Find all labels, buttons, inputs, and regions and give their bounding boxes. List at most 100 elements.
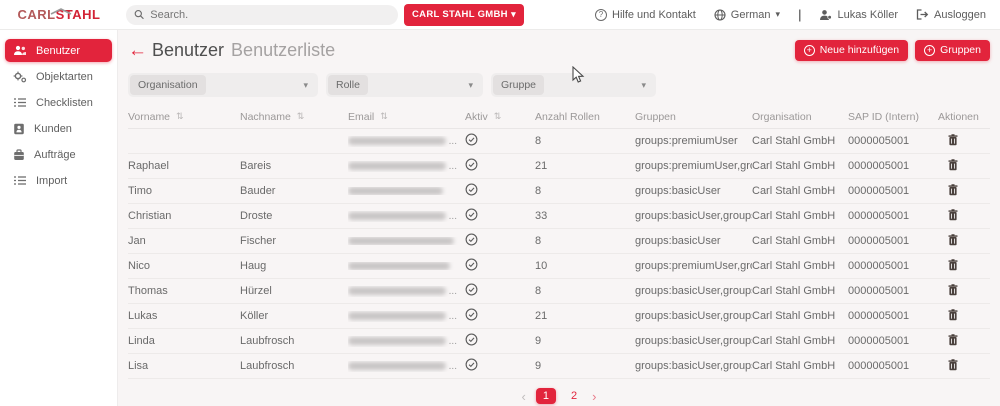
cell-nachname: Köller xyxy=(240,310,348,322)
active-check-icon xyxy=(465,183,478,196)
table-row[interactable]: Lisa Laubfrosch ... 9 groups:basicUser,g… xyxy=(128,354,990,379)
cell-aktiv xyxy=(465,233,535,249)
cell-organisation: Carl Stahl GmbH xyxy=(752,185,848,197)
delete-user-button[interactable] xyxy=(938,309,958,321)
cell-sap-id: 0000005001 xyxy=(848,210,938,222)
cell-aktionen xyxy=(938,359,990,374)
topbar-right: ? Hilfe und Kontakt German ▾ | Lukas Köl… xyxy=(595,7,1000,22)
column-header-email[interactable]: Email⇅ xyxy=(348,111,465,123)
gears-icon xyxy=(13,71,27,83)
pagination-next[interactable]: › xyxy=(592,389,596,404)
delete-user-button[interactable] xyxy=(938,184,958,196)
trash-icon xyxy=(948,184,958,196)
sidebar-item-label: Objektarten xyxy=(36,71,93,83)
checklist-icon xyxy=(13,97,27,108)
sidebar-item-kunden[interactable]: Kunden xyxy=(5,117,112,140)
add-new-button-label: Neue hinzufügen xyxy=(820,44,899,56)
delete-user-button[interactable] xyxy=(938,134,958,146)
email-redacted-blur xyxy=(348,287,446,295)
cell-organisation: Carl Stahl GmbH xyxy=(752,210,848,222)
column-label: Gruppen xyxy=(635,111,676,123)
cell-anzahl-rollen: 9 xyxy=(535,335,635,347)
table-row[interactable]: Nico Haug 10 groups:premiumUser,group Ca… xyxy=(128,254,990,279)
users-icon xyxy=(13,45,27,56)
plus-circle-icon: + xyxy=(924,45,935,56)
pagination-page-2[interactable]: 2 xyxy=(566,388,582,404)
delete-user-button[interactable] xyxy=(938,159,958,171)
cell-aktiv xyxy=(465,283,535,299)
column-header-nachname[interactable]: Nachname⇅ xyxy=(240,111,348,123)
filter-rolle[interactable]: Rolle ▾ xyxy=(326,73,483,97)
table-body: ... 8 groups:premiumUser Carl Stahl GmbH… xyxy=(128,129,990,379)
back-arrow-icon[interactable]: ← xyxy=(128,41,147,60)
sidebar-item-auftraege[interactable]: Aufträge xyxy=(5,143,112,166)
filter-gruppe[interactable]: Gruppe ▾ xyxy=(491,73,656,97)
column-header-vorname[interactable]: Vorname⇅ xyxy=(128,111,240,123)
trash-icon xyxy=(948,359,958,371)
cell-nachname: Hürzel xyxy=(240,285,348,297)
delete-user-button[interactable] xyxy=(938,234,958,246)
cell-nachname: Droste xyxy=(240,210,348,222)
table-row[interactable]: ... 8 groups:premiumUser Carl Stahl GmbH… xyxy=(128,129,990,154)
table-row[interactable]: Lukas Köller ... 21 groups:basicUser,gro… xyxy=(128,304,990,329)
cell-aktiv xyxy=(465,358,535,374)
add-new-button[interactable]: + Neue hinzufügen xyxy=(795,40,908,61)
cell-anzahl-rollen: 8 xyxy=(535,285,635,297)
search-bar[interactable] xyxy=(126,5,398,25)
organisation-selector[interactable]: CARL STAHL GMBH ▾ xyxy=(404,4,524,26)
email-redacted-blur xyxy=(348,362,446,370)
cell-organisation: Carl Stahl GmbH xyxy=(752,285,848,297)
globe-icon xyxy=(714,9,726,21)
filter-gruppe-label: Gruppe xyxy=(493,75,544,95)
column-header-gruppen: Gruppen xyxy=(635,111,752,123)
filter-organisation-label: Organisation xyxy=(130,75,206,95)
sidebar-item-label: Benutzer xyxy=(36,45,80,57)
pagination-prev[interactable]: ‹ xyxy=(522,389,526,404)
delete-user-button[interactable] xyxy=(938,209,958,221)
trash-icon xyxy=(948,234,958,246)
table-row[interactable]: Raphael Bareis ... 21 groups:premiumUser… xyxy=(128,154,990,179)
sidebar-item-benutzer[interactable]: Benutzer xyxy=(5,39,112,62)
groups-button[interactable]: + Gruppen xyxy=(915,40,990,61)
sidebar-item-import[interactable]: Import xyxy=(5,169,112,192)
user-name: Lukas Köller xyxy=(837,9,898,21)
trash-icon xyxy=(948,284,958,296)
help-link[interactable]: ? Hilfe und Kontakt xyxy=(595,9,696,21)
cell-sap-id: 0000005001 xyxy=(848,235,938,247)
language-selector[interactable]: German ▾ xyxy=(714,9,780,21)
table-row[interactable]: Christian Droste ... 33 groups:basicUser… xyxy=(128,204,990,229)
sort-icon[interactable]: ⇅ xyxy=(297,111,305,122)
cell-vorname: Raphael xyxy=(128,160,240,172)
sidebar-item-label: Kunden xyxy=(34,123,72,135)
cell-aktionen xyxy=(938,134,990,149)
table-header-row: Vorname⇅Nachname⇅Email⇅Aktiv⇅Anzahl Roll… xyxy=(128,105,990,129)
trash-icon xyxy=(948,259,958,271)
delete-user-button[interactable] xyxy=(938,359,958,371)
search-input[interactable] xyxy=(150,9,390,21)
cell-aktionen xyxy=(938,259,990,274)
page-title: Benutzer xyxy=(152,40,224,61)
cell-gruppen: groups:basicUser xyxy=(635,185,752,197)
table-row[interactable]: Jan Fischer 8 groups:basicUser Carl Stah… xyxy=(128,229,990,254)
cell-gruppen: groups:basicUser,groups:pr xyxy=(635,310,752,322)
cell-nachname: Haug xyxy=(240,260,348,272)
user-menu[interactable]: Lukas Köller xyxy=(819,9,898,21)
sort-icon[interactable]: ⇅ xyxy=(176,111,184,122)
pagination: ‹ 12 › xyxy=(128,385,990,406)
delete-user-button[interactable] xyxy=(938,284,958,296)
table-row[interactable]: Thomas Hürzel ... 8 groups:basicUser,gro… xyxy=(128,279,990,304)
sidebar-item-objektarten[interactable]: Objektarten xyxy=(5,65,112,88)
logout-button[interactable]: Ausloggen xyxy=(916,9,986,21)
delete-user-button[interactable] xyxy=(938,259,958,271)
filter-organisation[interactable]: Organisation ▾ xyxy=(128,73,318,97)
cell-vorname: Thomas xyxy=(128,285,240,297)
table-row[interactable]: Timo Bauder 8 groups:basicUser Carl Stah… xyxy=(128,179,990,204)
delete-user-button[interactable] xyxy=(938,334,958,346)
sort-icon[interactable]: ⇅ xyxy=(380,111,388,122)
pagination-page-1[interactable]: 1 xyxy=(536,388,556,404)
sidebar-item-checklisten[interactable]: Checklisten xyxy=(5,91,112,114)
sort-icon[interactable]: ⇅ xyxy=(494,111,502,122)
table-row[interactable]: Linda Laubfrosch ... 9 groups:basicUser,… xyxy=(128,329,990,354)
email-ellipsis: ... xyxy=(449,136,457,147)
column-header-aktiv[interactable]: Aktiv⇅ xyxy=(465,111,535,123)
